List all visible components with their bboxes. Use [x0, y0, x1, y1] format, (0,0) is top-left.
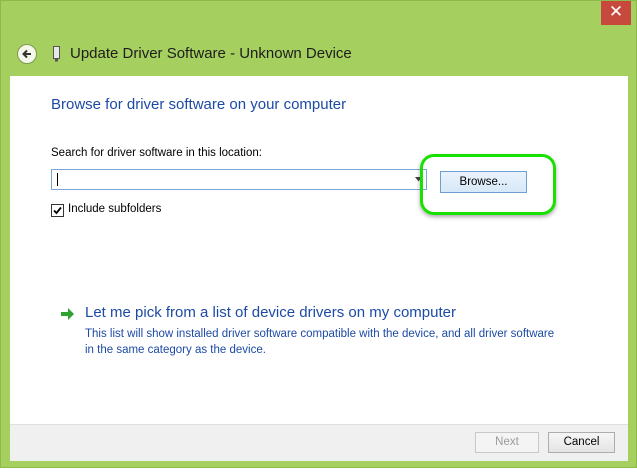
browse-button[interactable]: Browse... [440, 171, 527, 193]
pick-from-list-description: This list will show installed driver sof… [85, 328, 555, 356]
cancel-button[interactable]: Cancel [548, 432, 615, 453]
text-caret [57, 173, 58, 186]
driver-path-input[interactable] [51, 169, 427, 190]
search-location-label: Search for driver software in this locat… [51, 147, 262, 159]
page-heading: Browse for driver software on your compu… [51, 96, 347, 113]
close-icon: ✕ [608, 2, 624, 21]
checkmark-icon [53, 206, 62, 215]
close-button[interactable]: ✕ [601, 1, 631, 25]
update-driver-window: ✕ Update Driver Software - Unknown Devic… [0, 0, 637, 468]
title-bar: Update Driver Software - Unknown Device [17, 41, 597, 69]
next-button[interactable]: Next [475, 432, 539, 453]
back-button[interactable] [17, 44, 37, 64]
device-icon [53, 46, 60, 62]
wizard-footer: Next Cancel [10, 424, 628, 461]
include-subfolders-checkbox[interactable] [51, 204, 64, 217]
window-title: Update Driver Software - Unknown Device [70, 45, 352, 62]
include-subfolders-label: Include subfolders [68, 203, 162, 215]
back-arrow-icon [22, 49, 31, 59]
pick-from-list-link[interactable]: Let me pick from a list of device driver… [85, 304, 456, 321]
green-arrow-icon [61, 308, 74, 320]
wizard-content: Browse for driver software on your compu… [10, 76, 628, 424]
